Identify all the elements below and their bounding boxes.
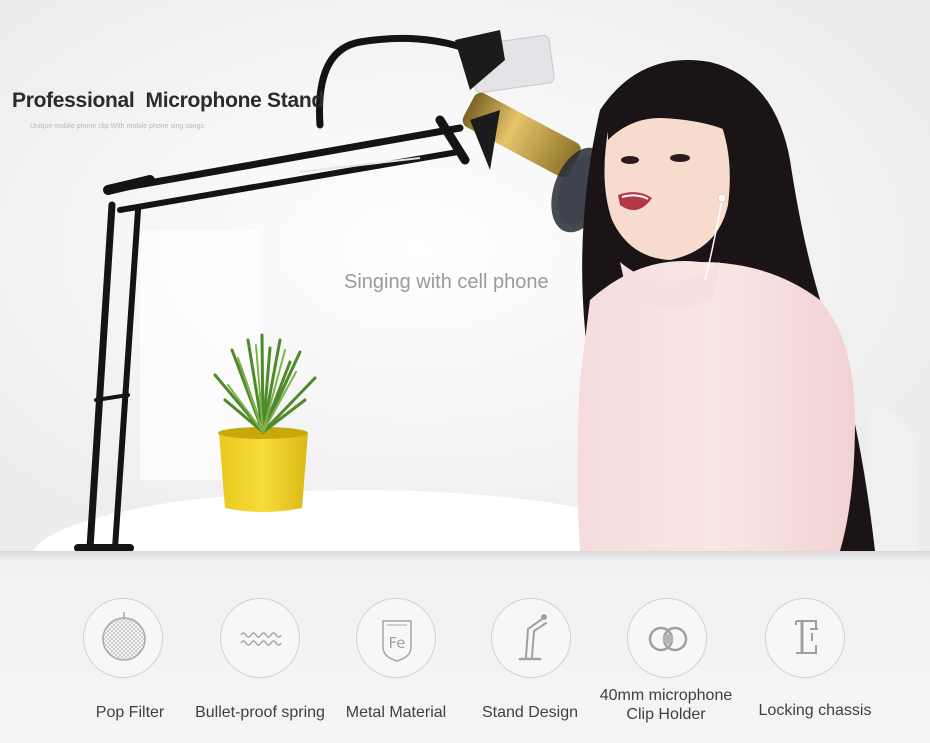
feature-label: Locking chassis [758,702,872,719]
feature-locking-chassis: Locking chassis [735,551,895,743]
photo-caption: Singing with cell phone [344,271,549,293]
product-banner: Professional Microphone Stand Unique mob… [0,0,930,743]
spring-icon [220,598,300,678]
banner-subtitle: Unique mobile phone clip With mobile pho… [30,123,204,130]
fe-shield-icon: Fe [356,598,436,678]
product-photo: Professional Microphone Stand Unique mob… [0,0,930,551]
feature-label-line2: Clip Holder [626,706,706,723]
svg-text:Fe: Fe [388,634,405,652]
pop-filter-icon [83,598,163,678]
feature-strip: Pop Filter Bullet-proof spring Fe Metal … [0,551,930,743]
clamp-icon [765,598,845,678]
clip-holder-icon [627,598,707,678]
stand-arm-icon [491,598,571,678]
feature-clip-holder: 40mm microphone Clip Holder [586,551,746,743]
feature-label-line1: 40mm microphone [599,687,733,704]
banner-title: Professional Microphone Stand [12,89,324,112]
